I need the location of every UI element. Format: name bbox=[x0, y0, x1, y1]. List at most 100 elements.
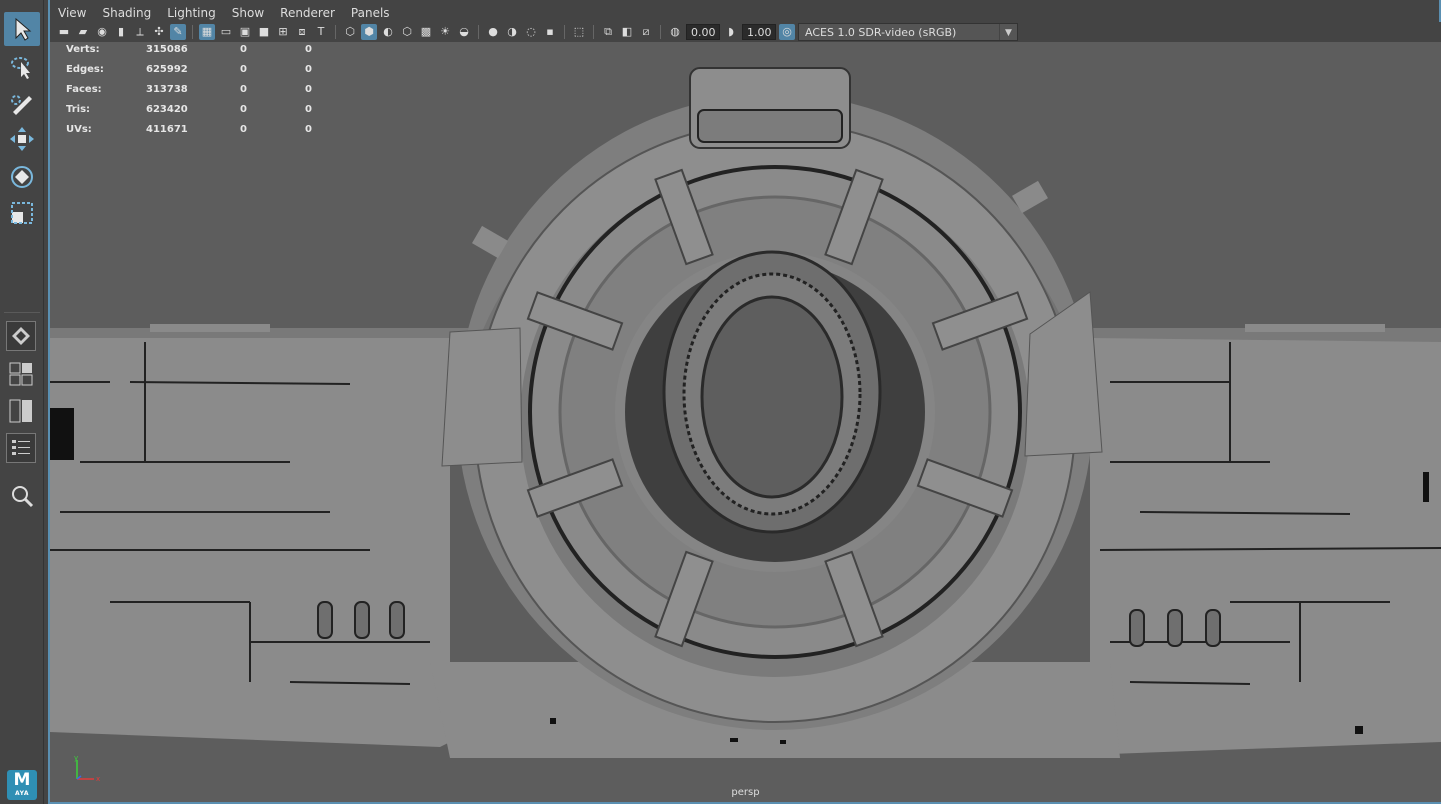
wireframe-on-shaded-icon[interactable]: ◐ bbox=[380, 24, 396, 40]
axis-indicator: x y bbox=[74, 754, 100, 783]
viewport-panel: View Shading Lighting Show Renderer Pane… bbox=[48, 0, 1441, 804]
depth-of-field-icon[interactable]: ▪ bbox=[542, 24, 558, 40]
logo-letter: M bbox=[13, 770, 31, 790]
gate-mask-icon[interactable]: ■ bbox=[256, 24, 272, 40]
select-camera-icon[interactable]: ▬ bbox=[56, 24, 72, 40]
textured-icon[interactable]: ⬡ bbox=[399, 24, 415, 40]
xray-joints-icon[interactable]: ◧ bbox=[619, 24, 635, 40]
3d-viewport[interactable]: Verts: 315086 0 0 Edges: 625992 0 0 Faces: 313738… bbox=[50, 42, 1441, 802]
chevron-down-icon: ▼ bbox=[999, 24, 1017, 40]
toolbar-divider bbox=[478, 25, 479, 39]
four-pane-layout-button[interactable] bbox=[6, 359, 36, 389]
hud-selected-value: 0 bbox=[240, 124, 247, 135]
scale-tool-button[interactable] bbox=[4, 196, 40, 230]
menu-renderer[interactable]: Renderer bbox=[272, 3, 343, 21]
paint-select-button[interactable] bbox=[4, 86, 40, 120]
hud-row: Tris: 623420 0 0 bbox=[66, 104, 326, 124]
safe-title-icon[interactable]: T bbox=[313, 24, 329, 40]
menu-lighting[interactable]: Lighting bbox=[159, 3, 224, 21]
hud-selected-value: 0 bbox=[240, 44, 247, 55]
resolution-gate-icon[interactable]: ▣ bbox=[237, 24, 253, 40]
exposure-field[interactable]: 0.00 bbox=[686, 24, 720, 40]
bookmark-icon[interactable]: ◉ bbox=[94, 24, 110, 40]
hud-total-value: 623420 bbox=[146, 104, 188, 115]
lasso-select-icon bbox=[11, 57, 30, 79]
film-gate-icon[interactable]: ▭ bbox=[218, 24, 234, 40]
field-chart-icon[interactable]: ⊞ bbox=[275, 24, 291, 40]
gamma-field[interactable]: 1.00 bbox=[742, 24, 776, 40]
toolbar-divider bbox=[660, 25, 661, 39]
lights-icon[interactable]: ☀ bbox=[437, 24, 453, 40]
scene-geometry bbox=[50, 67, 1441, 758]
xray-icon[interactable]: ⧉ bbox=[600, 24, 616, 40]
single-pane-layout-button[interactable] bbox=[6, 321, 36, 351]
maya-logo[interactable]: M AYA bbox=[7, 770, 37, 800]
hud-component-value: 0 bbox=[305, 84, 312, 95]
xray-components-icon[interactable]: ⧄ bbox=[638, 24, 654, 40]
hud-total-value: 313738 bbox=[146, 84, 188, 95]
safe-action-icon[interactable]: ⧈ bbox=[294, 24, 310, 40]
color-space-value: ACES 1.0 SDR-video (sRGB) bbox=[805, 26, 957, 39]
grease-pencil-icon[interactable]: ✣ bbox=[151, 24, 167, 40]
scale-tool-icon bbox=[11, 202, 33, 224]
menu-shading[interactable]: Shading bbox=[94, 3, 159, 21]
search-button[interactable] bbox=[4, 479, 40, 513]
checker-icon[interactable]: ▩ bbox=[418, 24, 434, 40]
left-wall-panel bbox=[50, 338, 450, 747]
two-pane-layout-icon bbox=[9, 399, 32, 423]
pencil-icon[interactable]: ✎ bbox=[170, 24, 186, 40]
move-tool-button[interactable] bbox=[4, 122, 40, 156]
isolate-select-icon[interactable]: ⬚ bbox=[571, 24, 587, 40]
logo-subtext: AYA bbox=[15, 790, 29, 797]
grid-icon[interactable]: ▦ bbox=[199, 24, 215, 40]
toolbar-divider bbox=[335, 25, 336, 39]
hud-row: Verts: 315086 0 0 bbox=[66, 44, 326, 64]
color-management-icon[interactable]: ◎ bbox=[779, 24, 795, 40]
toolbox: M AYA bbox=[0, 0, 44, 804]
color-space-select[interactable]: ACES 1.0 SDR-video (sRGB) ▼ bbox=[798, 23, 1018, 41]
toolbar-divider bbox=[192, 25, 193, 39]
right-wall-panel bbox=[1090, 338, 1441, 754]
hud-row: Edges: 625992 0 0 bbox=[66, 64, 326, 84]
outliner-layout-button[interactable] bbox=[6, 433, 36, 463]
gamma-icon[interactable]: ◗ bbox=[723, 24, 739, 40]
svg-text:x: x bbox=[96, 775, 100, 783]
menu-view[interactable]: View bbox=[50, 3, 94, 21]
hud-total-value: 315086 bbox=[146, 44, 188, 55]
svg-text:y: y bbox=[74, 754, 78, 762]
poly-count-hud: Verts: 315086 0 0 Edges: 625992 0 0 Faces: 313738… bbox=[66, 44, 326, 144]
hud-label: UVs: bbox=[66, 124, 92, 135]
paint-select-icon bbox=[11, 95, 32, 115]
hud-component-value: 0 bbox=[305, 124, 312, 135]
anti-aliasing-icon[interactable]: ◌ bbox=[523, 24, 539, 40]
hud-component-value: 0 bbox=[305, 64, 312, 75]
select-tool-button[interactable] bbox=[4, 12, 40, 46]
panel-menubar: View Shading Lighting Show Renderer Pane… bbox=[50, 3, 398, 21]
toolbar-divider bbox=[564, 25, 565, 39]
hud-label: Verts: bbox=[66, 44, 100, 55]
panel-toolbar: ▬ ▰ ◉ ▮ ⟂ ✣ ✎ ▦ ▭ ▣ ■ ⊞ ⧈ T ⬡ ⬢ ◐ ⬡ ▩ ☀ … bbox=[50, 22, 1441, 42]
wireframe-icon[interactable]: ⬡ bbox=[342, 24, 358, 40]
menu-show[interactable]: Show bbox=[224, 3, 272, 21]
motion-blur-icon[interactable]: ◑ bbox=[504, 24, 520, 40]
screen-space-ao-icon[interactable]: ● bbox=[485, 24, 501, 40]
shadows-icon[interactable]: ◒ bbox=[456, 24, 472, 40]
hud-row: UVs: 411671 0 0 bbox=[66, 124, 326, 144]
exposure-icon[interactable]: ◍ bbox=[667, 24, 683, 40]
single-pane-layout-icon bbox=[12, 327, 30, 345]
hud-selected-value: 0 bbox=[240, 64, 247, 75]
camera-attributes-icon[interactable]: ▰ bbox=[75, 24, 91, 40]
hud-selected-value: 0 bbox=[240, 104, 247, 115]
hud-selected-value: 0 bbox=[240, 84, 247, 95]
rotate-tool-button[interactable] bbox=[4, 160, 40, 194]
hud-component-value: 0 bbox=[305, 44, 312, 55]
image-plane-icon[interactable]: ▮ bbox=[113, 24, 129, 40]
toolbox-divider bbox=[4, 312, 40, 313]
hud-row: Faces: 313738 0 0 bbox=[66, 84, 326, 104]
camera-label: persp bbox=[731, 787, 760, 798]
two-d-pan-icon[interactable]: ⟂ bbox=[132, 24, 148, 40]
smooth-shade-icon[interactable]: ⬢ bbox=[361, 24, 377, 40]
lasso-tool-button[interactable] bbox=[4, 50, 40, 84]
menu-panels[interactable]: Panels bbox=[343, 3, 398, 21]
two-pane-layout-button[interactable] bbox=[6, 396, 36, 426]
